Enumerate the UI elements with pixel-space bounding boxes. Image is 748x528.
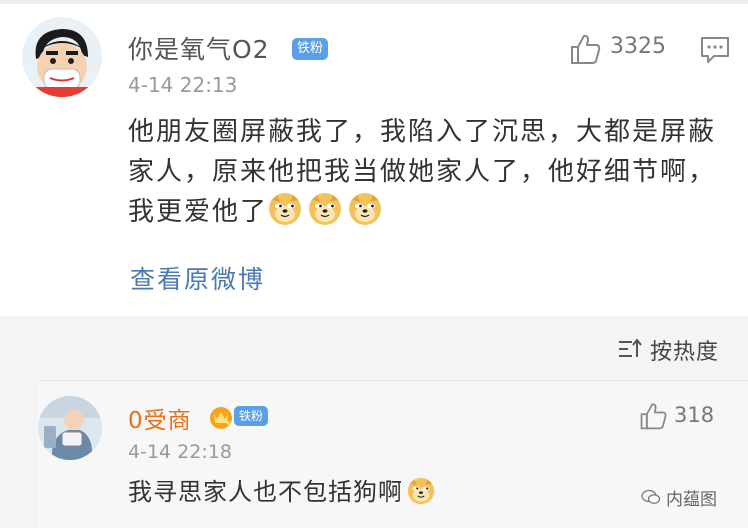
- thumbs-up-icon[interactable]: [568, 32, 602, 66]
- view-original-link[interactable]: 查看原微博: [130, 260, 265, 296]
- username[interactable]: 你是氧气O2: [128, 30, 270, 66]
- reply-username[interactable]: 0受商: [128, 401, 192, 435]
- comment-time: 4-14 22:13: [128, 73, 238, 97]
- reply-text: 我寻思家人也不包括狗啊: [128, 472, 441, 507]
- reply-text-body: 我寻思家人也不包括狗啊: [128, 478, 403, 506]
- comment-icon[interactable]: [700, 36, 730, 64]
- watermark-text: 内蕴图: [666, 490, 717, 510]
- sort-icon[interactable]: [618, 339, 642, 359]
- crown-icon: 5: [210, 407, 232, 430]
- sort-by-hot-button[interactable]: 按热度: [650, 334, 719, 366]
- doge-emoji-icon: [268, 192, 302, 226]
- crown-level: 5: [226, 421, 232, 430]
- reply-time: 4-14 22:18: [128, 441, 232, 463]
- fan-badge: 铁粉: [292, 38, 329, 60]
- reply-avatar[interactable]: [38, 396, 102, 460]
- comment-text-body: 他朋友圈屏蔽我了，我陷入了沉思，大都是屏蔽家人，原来他把我当做她家人了，他好细节…: [128, 117, 717, 227]
- doge-emoji-icon: [308, 192, 342, 226]
- reply-fan-badge: 铁粉: [234, 406, 269, 426]
- like-count: 3325: [610, 34, 666, 59]
- comment-text: 他朋友圈屏蔽我了，我陷入了沉思，大都是屏蔽家人，原来他把我当做她家人了，他好细节…: [128, 112, 720, 232]
- avatar[interactable]: [22, 17, 102, 97]
- doge-emoji-icon: [348, 192, 382, 226]
- doge-emoji-icon: [407, 477, 435, 505]
- thumbs-up-icon[interactable]: [638, 401, 668, 431]
- wechat-icon: [641, 489, 661, 504]
- reply-like-count: 318: [674, 403, 715, 427]
